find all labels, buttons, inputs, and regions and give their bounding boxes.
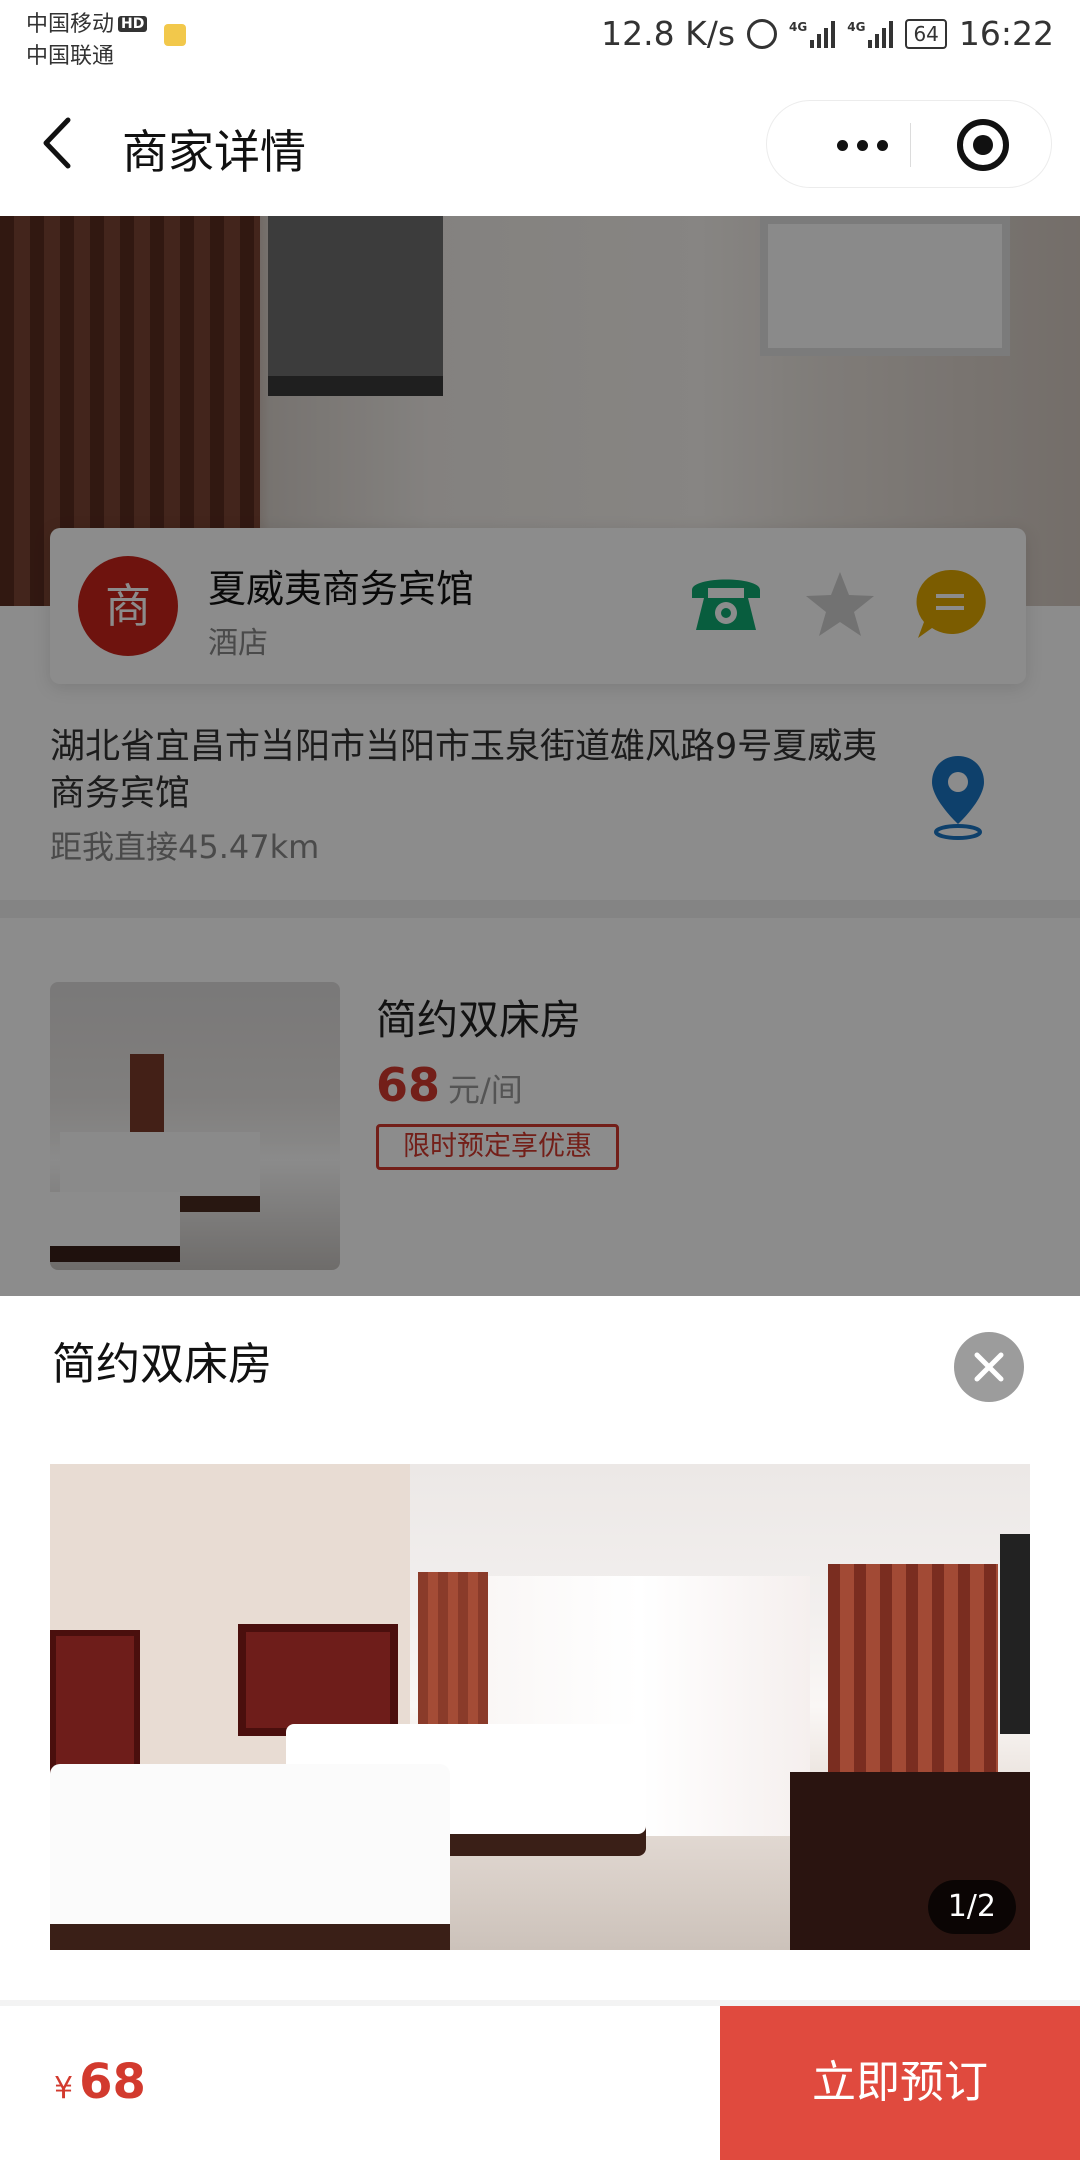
status-right: 12.8 K/s 4G 4G 64 16:22 <box>601 14 1054 53</box>
more-icon[interactable] <box>807 101 917 189</box>
sheet-body: 1/2 <box>0 1412 1080 2000</box>
network-speed: 12.8 K/s <box>601 14 736 53</box>
sheet-header: 简约双床房 <box>0 1296 1080 1412</box>
modal-overlay[interactable] <box>0 216 1080 1296</box>
booking-footer: ¥68 立即预订 <box>0 2006 1080 2160</box>
close-button[interactable] <box>954 1332 1024 1402</box>
close-miniprogram-icon[interactable] <box>957 119 1009 171</box>
footer-price-amount: 68 <box>79 2054 146 2110</box>
carrier-1-label: 中国移动 <box>26 12 115 37</box>
book-now-button[interactable]: 立即预订 <box>720 2006 1080 2160</box>
close-icon <box>974 1352 1004 1382</box>
image-counter: 1/2 <box>927 1880 1016 1934</box>
carrier-2: 中国联通 <box>26 44 115 69</box>
notification-app-icon <box>164 24 186 46</box>
currency-symbol: ¥ <box>54 2071 74 2106</box>
page-title: 商家详情 <box>122 125 306 179</box>
signal-label-1: 4G <box>789 19 808 34</box>
signal-label-2: 4G <box>847 19 866 34</box>
clock: 16:22 <box>958 14 1054 53</box>
room-photo-carousel[interactable]: 1/2 <box>50 1464 1030 1950</box>
capsule-divider <box>910 123 911 167</box>
sheet-title: 简约双床房 <box>52 1339 272 1390</box>
signal-icon-2: 4G <box>847 19 894 48</box>
signal-icon-1: 4G <box>789 19 836 48</box>
back-icon[interactable] <box>38 114 82 172</box>
footer-price: ¥68 <box>54 2054 146 2110</box>
nav-bar: 商家详情 <box>0 70 1080 216</box>
hd-badge: HD <box>118 16 148 32</box>
battery-indicator: 64 <box>905 18 947 49</box>
mini-program-capsule <box>766 100 1052 188</box>
carrier-1: 中国移动 HD <box>26 6 148 38</box>
status-bar: 中国移动 HD 中国联通 12.8 K/s 4G 4G 64 16:22 <box>0 0 1080 70</box>
alarm-icon <box>747 18 778 49</box>
